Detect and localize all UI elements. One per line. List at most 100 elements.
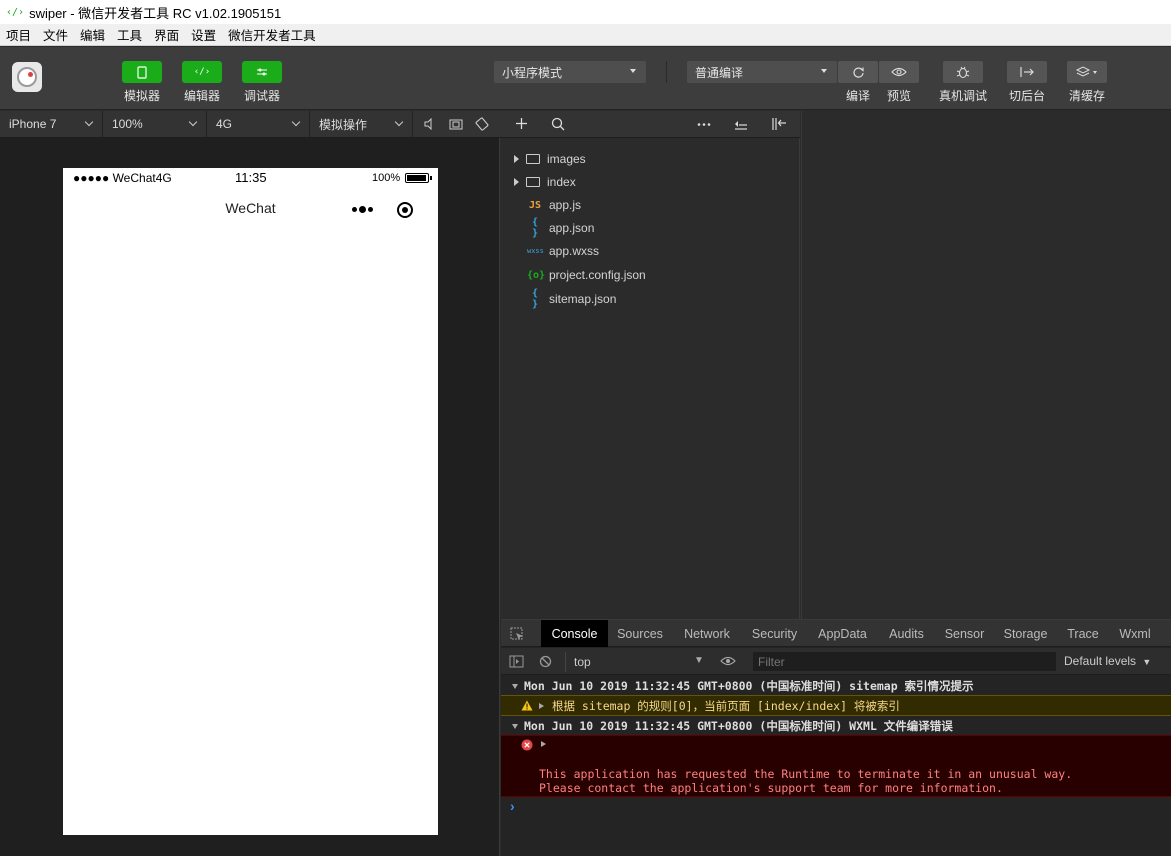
tab-trace[interactable]: Trace [1059,620,1107,647]
expand-arrow-icon[interactable] [514,178,519,186]
log-group-title: Mon Jun 10 2019 11:32:45 GMT+0800 (中国标准时… [524,679,974,693]
zoom-select-value: 100% [112,117,143,131]
simulator-panel: ●●●●● WeChat4G 11:35 100% WeChat [0,138,500,856]
file-name: app.js [549,198,582,212]
menu-wechat-devtools[interactable]: 微信开发者工具 [222,25,322,44]
menu-file[interactable]: 文件 [37,25,74,44]
wechat-devtools-logo-icon: ‹/› [6,6,25,18]
chevron-down-icon [188,117,198,127]
menu-project[interactable]: 项目 [0,25,37,44]
simulator-toggle-button[interactable] [122,61,162,83]
device-select-value: iPhone 7 [9,117,57,131]
more-icon[interactable] [697,123,711,126]
log-error[interactable]: This application has requested the Runti… [501,735,1171,797]
layers-icon [1076,66,1097,77]
tab-storage[interactable]: Storage [995,620,1056,647]
tab-audits[interactable]: Audits [879,620,934,647]
context-select[interactable]: top ▼ [565,652,711,672]
file-tree-item[interactable]: { } app.json [501,217,595,239]
file-tree-item[interactable]: wxss app.wxss [501,241,599,261]
menu-edit[interactable]: 编辑 [74,25,111,44]
file-tree-item[interactable]: { } sitemap.json [501,288,616,310]
phone-status-bar: ●●●●● WeChat4G 11:35 100% [63,168,438,188]
clear-console-icon[interactable] [539,655,552,668]
refresh-icon [852,67,864,78]
file-tree-toolbar [501,111,800,138]
expand-arrow-icon[interactable] [541,741,546,747]
chevron-down-icon [394,117,404,127]
clear-cache-button[interactable] [1067,61,1107,83]
expand-arrow-icon[interactable] [539,702,544,709]
collapse-arrow-icon[interactable] [512,723,518,729]
add-file-icon[interactable] [515,117,528,130]
menu-interface[interactable]: 界面 [148,25,185,44]
compile-button[interactable] [838,61,878,83]
menu-tools[interactable]: 工具 [111,25,148,44]
file-tree-item[interactable]: images [501,149,586,169]
remote-debug-button[interactable] [943,61,983,83]
chevron-down-icon [84,117,94,127]
console-filter-input[interactable] [753,652,1056,671]
editor-toggle-button[interactable]: ‹/› [182,61,222,83]
console-prompt[interactable]: › [510,798,515,814]
expand-arrow-icon[interactable] [514,155,519,163]
tab-network[interactable]: Network [674,620,740,647]
file-name: index [547,175,576,189]
device-select[interactable]: iPhone 7 [0,111,103,137]
debugger-label: 调试器 [243,89,280,103]
log-warning[interactable]: 根据 sitemap 的规则[0]，当前页面 [index/index] 将被索… [501,695,1171,716]
collapse-arrow-icon[interactable] [512,683,518,689]
json-file-icon: { } [531,288,539,310]
tab-appdata[interactable]: AppData [809,620,876,647]
tab-console[interactable]: Console [541,620,608,647]
eye-icon[interactable] [720,656,736,666]
devtools-panel: Console Sources Network Security AppData… [501,619,1171,856]
close-miniprogram-icon[interactable] [397,202,413,218]
inspect-element-icon[interactable] [510,627,524,641]
mode-select[interactable]: 小程序模式 [494,61,646,83]
switch-background-icon [1020,67,1034,77]
file-name: app.wxss [549,244,600,258]
more-options-icon[interactable] [352,206,373,213]
window-title: swiper - 微信开发者工具 RC v1.02.1905151 [29,5,282,21]
log-group-title: Mon Jun 10 2019 11:32:45 GMT+0800 (中国标准时… [524,719,953,733]
sim-operations-value: 模拟操作 [319,117,368,132]
sim-operations-select[interactable]: 模拟操作 [310,111,413,137]
log-group-header[interactable]: Mon Jun 10 2019 11:32:45 GMT+0800 (中国标准时… [501,717,1171,735]
log-levels-select[interactable]: Default levels ▼ [1064,654,1151,668]
rotate-icon[interactable] [475,117,489,131]
tab-security[interactable]: Security [742,620,807,647]
context-select-value: top [574,655,591,669]
tab-wxml[interactable]: Wxml [1110,620,1160,647]
network-select-value: 4G [216,117,233,131]
user-avatar[interactable] [12,62,42,92]
file-tree-item[interactable]: {o} project.config.json [501,265,646,285]
preview-button[interactable] [879,61,919,83]
sidebar-toggle-icon[interactable] [509,655,524,668]
background-button[interactable] [1007,61,1047,83]
file-name: app.json [549,221,595,235]
tab-sources[interactable]: Sources [608,620,672,647]
network-select[interactable]: 4G [207,111,310,137]
tab-sensor[interactable]: Sensor [937,620,992,647]
chevron-down-icon [630,69,636,73]
debugger-toggle-button[interactable] [242,61,282,83]
collapse-all-icon[interactable] [734,118,748,130]
zoom-select[interactable]: 100% [103,111,207,137]
file-tree-item[interactable]: JS app.js [501,195,581,215]
compile-mode-select[interactable]: 普通编译 [687,61,837,83]
error-message: This application has requested the Runti… [539,767,1072,795]
phone-screen[interactable]: ●●●●● WeChat4G 11:35 100% WeChat [63,168,438,835]
volume-icon[interactable] [424,118,434,130]
log-warning-text: 根据 sitemap 的规则[0]，当前页面 [index/index] 将被索… [552,698,900,713]
main-toolbar: 模拟器 ‹/› 编辑器 调试器 小程序模式 普通编译 编译 预览 真机调试 切后… [0,47,1171,110]
error-icon [521,739,533,751]
search-icon[interactable] [551,117,565,131]
log-group-header[interactable]: Mon Jun 10 2019 11:32:45 GMT+0800 (中国标准时… [501,677,1171,695]
menu-settings[interactable]: 设置 [185,25,222,44]
toggle-panel-icon[interactable] [771,117,787,131]
editor-panel[interactable] [801,111,1171,619]
carrier-signal: ●●●●● WeChat4G [73,171,172,185]
file-tree-item[interactable]: index [501,172,576,192]
window-mode-icon[interactable] [449,118,463,130]
